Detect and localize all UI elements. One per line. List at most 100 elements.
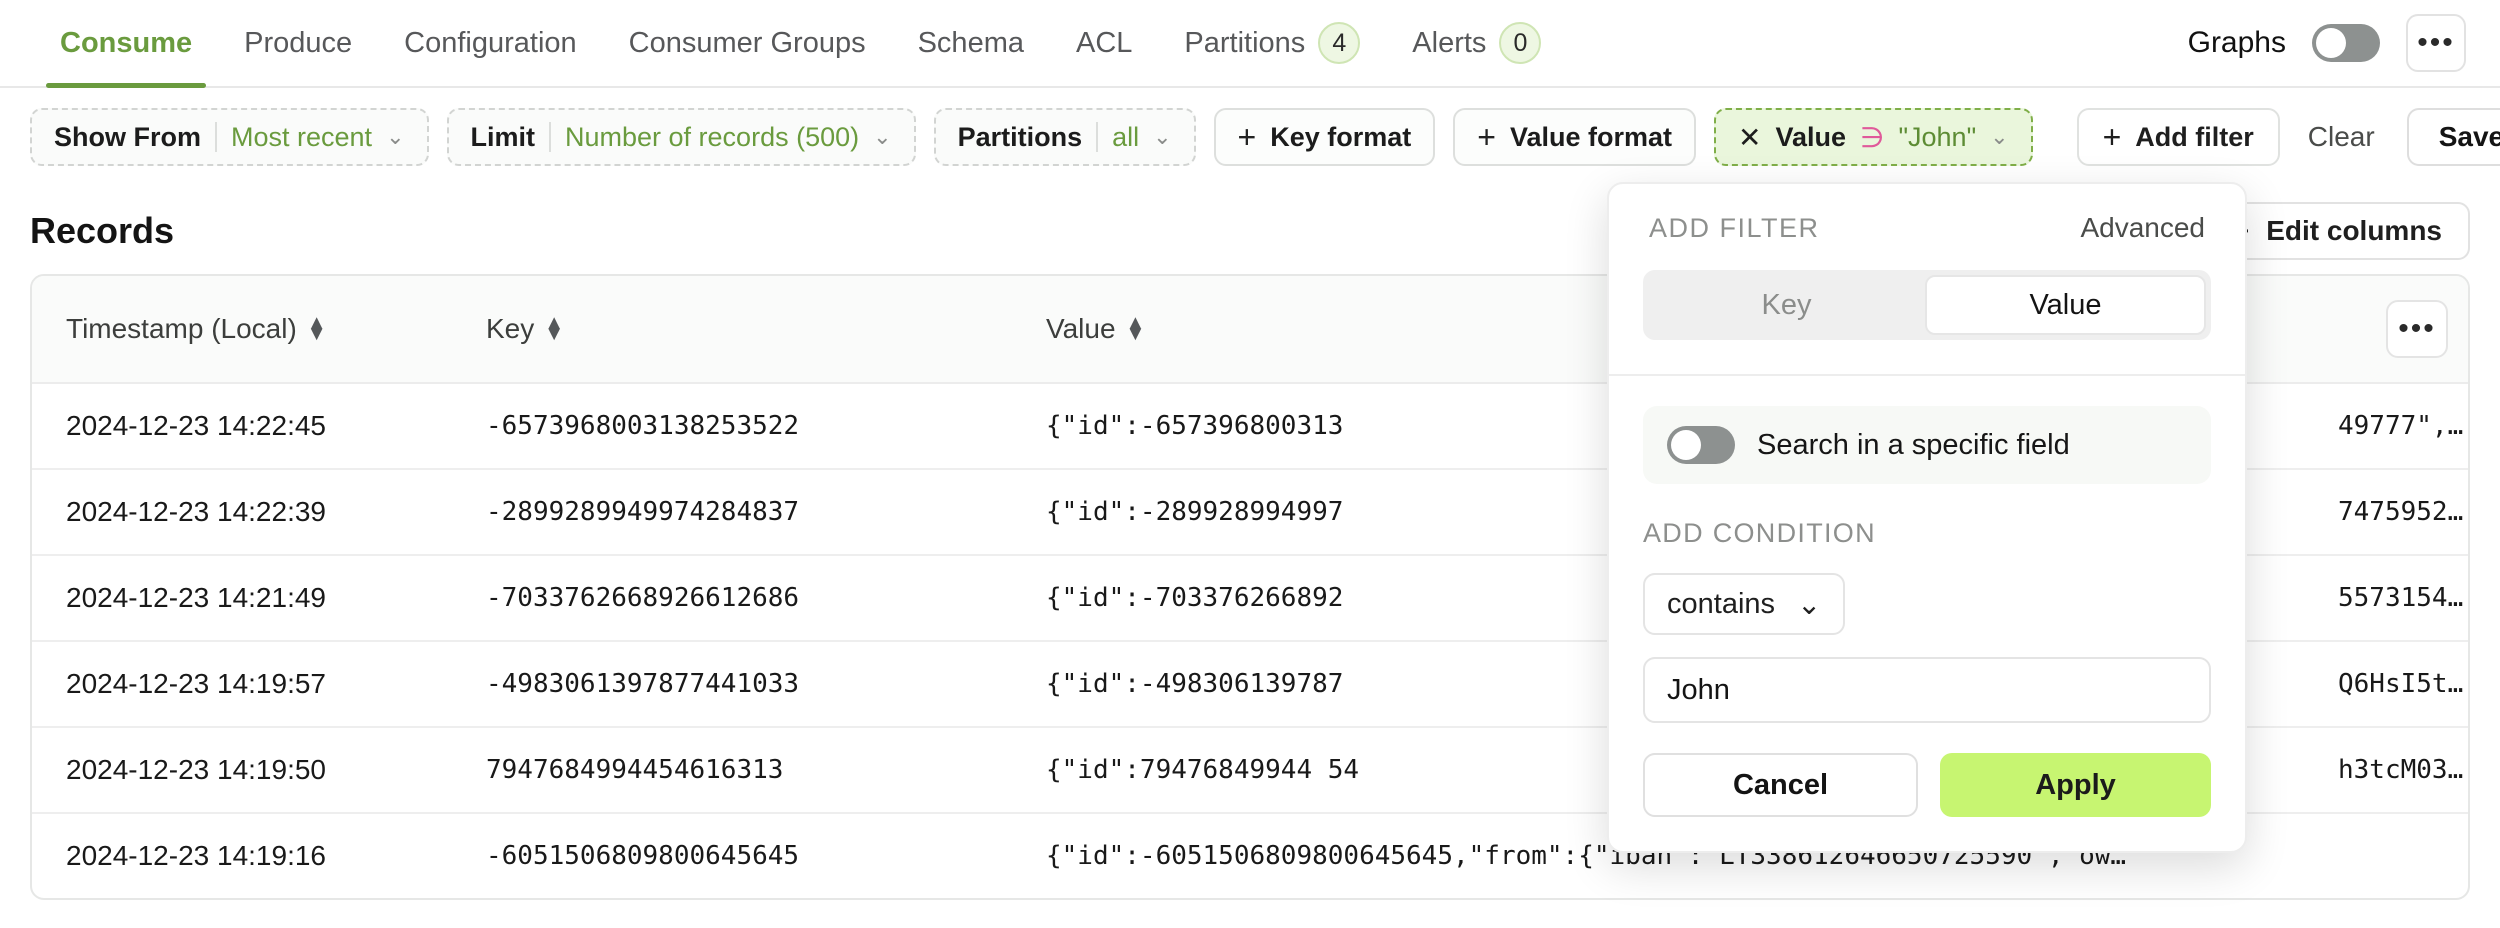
- active-filter-label: Value: [1775, 121, 1847, 152]
- table-overflow-button[interactable]: •••: [2386, 300, 2448, 358]
- tab-consumer-groups[interactable]: Consumer Groups: [603, 0, 892, 86]
- segment-value[interactable]: Value: [1925, 275, 2206, 335]
- plus-icon: +: [2102, 118, 2122, 155]
- divider: [215, 122, 217, 152]
- add-filter-label: Add filter: [2135, 121, 2254, 152]
- search-specific-field-row[interactable]: Search in a specific field: [1643, 406, 2211, 484]
- header-overflow-button[interactable]: •••: [2406, 14, 2466, 72]
- filter-limit[interactable]: Limit Number of records (500) ⌄: [446, 108, 916, 166]
- active-filter-value: "John": [1898, 121, 1977, 152]
- tab-partitions[interactable]: Partitions 4: [1158, 0, 1386, 86]
- chevron-down-icon: ⌄: [1153, 124, 1172, 149]
- tab-label: Alerts: [1412, 26, 1487, 59]
- partitions-count-badge: 4: [1318, 22, 1361, 64]
- tab-produce[interactable]: Produce: [218, 0, 378, 86]
- cell-value-tail: 557315429",…: [2338, 555, 2468, 642]
- filter-toolbar: Show From Most recent ⌄ Limit Number of …: [0, 88, 2500, 188]
- chevron-down-icon: ⌄: [873, 124, 892, 149]
- toolbar-right-actions: Clear Save: [2298, 108, 2500, 166]
- column-header-actions: •••: [2338, 276, 2468, 384]
- search-specific-field-toggle-knob: [1671, 430, 1701, 460]
- tab-schema[interactable]: Schema: [892, 0, 1050, 86]
- clear-button[interactable]: Clear: [2298, 121, 2385, 153]
- column-header-timestamp[interactable]: Timestamp (Local) ▲ ▼: [32, 276, 452, 384]
- filter-show-from[interactable]: Show From Most recent ⌄: [30, 108, 429, 166]
- tab-label: Produce: [244, 26, 353, 59]
- plus-icon: +: [1237, 119, 1257, 155]
- sort-icon: ▲ ▼: [1125, 312, 1146, 345]
- popover-title: ADD FILTER: [1649, 212, 1820, 243]
- sort-icon: ▲ ▼: [306, 312, 327, 345]
- filter-value-format-label: Value format: [1509, 121, 1673, 152]
- add-filter-popover: ADD FILTER Advanced Key Value Search in …: [1607, 182, 2247, 853]
- tab-label: Configuration: [404, 26, 577, 59]
- graphs-label: Graphs: [2187, 26, 2286, 59]
- segment-key[interactable]: Key: [1648, 275, 1925, 335]
- alerts-count-badge: 0: [1499, 22, 1542, 64]
- filter-limit-value: Number of records (500): [565, 121, 860, 152]
- cancel-button[interactable]: Cancel: [1643, 753, 1918, 817]
- filter-partitions[interactable]: Partitions all ⌄: [933, 108, 1196, 166]
- search-specific-field-toggle[interactable]: [1667, 426, 1735, 464]
- cell-timestamp: 2024-12-23 14:19:50: [32, 727, 452, 814]
- filter-partitions-label: Partitions: [957, 121, 1083, 152]
- tab-list: Consume Produce Configuration Consumer G…: [34, 0, 1567, 88]
- active-filter-operator: ∋: [1860, 121, 1885, 153]
- ellipsis-icon: •••: [2417, 26, 2455, 59]
- cell-timestamp: 2024-12-23 14:19:16: [66, 840, 326, 871]
- condition-operator-select[interactable]: contains ⌄: [1643, 573, 1846, 635]
- cell-key: 7947684994454616313: [452, 727, 1012, 814]
- plus-icon: +: [1477, 119, 1496, 155]
- add-filter-button[interactable]: + Add filter: [2076, 108, 2280, 166]
- active-filter-chip-value[interactable]: ✕ Value ∋ "John" ⌄: [1714, 108, 2033, 166]
- cell-timestamp: 2024-12-23 14:21:49: [32, 555, 452, 642]
- column-header-key[interactable]: Key ▲ ▼: [452, 276, 1012, 384]
- graphs-toggle[interactable]: [2312, 24, 2380, 62]
- column-header-label: Value: [1046, 313, 1116, 344]
- divider: [549, 122, 551, 152]
- divider: [1096, 122, 1099, 152]
- tab-acl[interactable]: ACL: [1050, 0, 1158, 86]
- cell-key: -7033762668926612686: [452, 555, 1012, 642]
- graphs-toggle-knob: [2316, 28, 2346, 58]
- tab-configuration[interactable]: Configuration: [378, 0, 603, 86]
- page-title: Records: [30, 210, 175, 251]
- cell-key: -6573968003138253522: [452, 383, 1012, 470]
- main-tabbar: Consume Produce Configuration Consumer G…: [0, 0, 2500, 88]
- cell-value-tail: 74759527","…: [2338, 469, 2468, 556]
- save-button[interactable]: Save: [2406, 108, 2500, 166]
- filter-key-format[interactable]: + Key format: [1213, 108, 1436, 166]
- search-specific-field-label: Search in a specific field: [1757, 428, 2070, 461]
- edit-columns-label: Edit columns: [2266, 215, 2442, 246]
- tab-consume[interactable]: Consume: [34, 0, 218, 88]
- tab-label: Consume: [60, 26, 193, 59]
- advanced-link[interactable]: Advanced: [2080, 212, 2205, 244]
- tab-label: Schema: [917, 26, 1024, 59]
- add-condition-title: ADD CONDITION: [1643, 518, 1876, 548]
- popover-actions: Cancel Apply: [1643, 753, 2211, 817]
- cell-key: -6051506809800645645: [486, 841, 800, 871]
- condition-operator-value: contains: [1667, 587, 1776, 620]
- cell-timestamp: 2024-12-23 14:22:45: [32, 383, 452, 470]
- segment-label: Value: [2029, 288, 2102, 321]
- condition-value-input[interactable]: [1643, 657, 2211, 723]
- cell-timestamp: 2024-12-23 14:19:57: [32, 641, 452, 728]
- filter-limit-label: Limit: [470, 121, 536, 152]
- apply-button[interactable]: Apply: [1940, 753, 2211, 817]
- filter-show-from-label: Show From: [54, 121, 201, 152]
- chevron-down-icon: ⌄: [1797, 588, 1822, 621]
- filter-show-from-value: Most recent: [231, 121, 373, 152]
- popover-divider: [1609, 374, 2245, 376]
- cell-value-tail: 49777","own…: [2338, 383, 2468, 470]
- popover-header: ADD FILTER Advanced: [1609, 184, 2245, 266]
- tab-label: Consumer Groups: [628, 26, 866, 59]
- cell-key: -2899289949974284837: [452, 469, 1012, 556]
- segment-label: Key: [1761, 288, 1812, 321]
- cell-value-tail: h3tcM0358",…: [2338, 727, 2468, 814]
- filter-value-format[interactable]: + Value format: [1453, 108, 1697, 166]
- filter-key-format-label: Key format: [1270, 121, 1412, 152]
- close-icon[interactable]: ✕: [1738, 121, 1761, 154]
- chevron-down-icon: ⌄: [1990, 124, 2009, 149]
- tab-alerts[interactable]: Alerts 0: [1386, 0, 1567, 86]
- ellipsis-icon: •••: [2398, 312, 2436, 345]
